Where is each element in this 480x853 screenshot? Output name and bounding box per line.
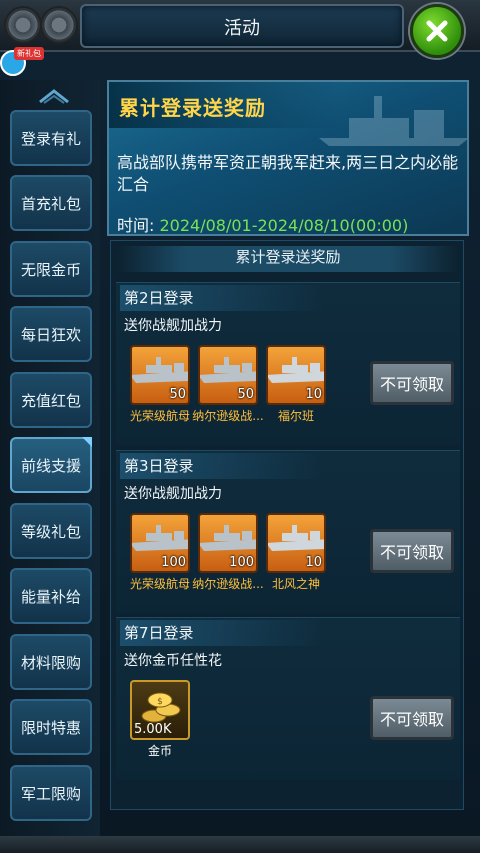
claim-button-label: 不可领取 xyxy=(379,543,444,562)
claim-button[interactable]: 不可领取 xyxy=(370,696,454,740)
reward-count: 50 xyxy=(237,387,254,402)
list-header: 累计登录送奖励 xyxy=(118,246,458,272)
active-indicator xyxy=(82,437,92,447)
warship-icon xyxy=(132,357,188,383)
sidebar-item-6[interactable]: 前线支援 xyxy=(10,437,92,493)
sidebar-item-label: 首充礼包 xyxy=(20,194,81,213)
reward-item[interactable]: 50 xyxy=(130,345,190,405)
sidebar-item-label: 每日狂欢 xyxy=(20,325,81,344)
reward-item[interactable]: $5.00K xyxy=(130,680,190,740)
sidebar-item-1[interactable]: 登录有礼 xyxy=(10,110,92,166)
reward-name: 福尔班 xyxy=(277,409,314,423)
gear-icon xyxy=(40,6,78,44)
title-plate: 活动 xyxy=(80,4,404,48)
banner-title: 累计登录送奖励 xyxy=(119,96,266,120)
top-bar: 活动 xyxy=(0,0,480,58)
new-gift-tag: 新礼包 xyxy=(14,47,44,60)
sidebar-item-label: 限时特惠 xyxy=(20,718,81,737)
sidebar-item-5[interactable]: 充值红包 xyxy=(10,372,92,428)
warship-icon xyxy=(268,525,324,551)
warship-icon xyxy=(200,525,256,551)
banner-description: 高战部队携带军资正朝我军赶来,两三日之内必能汇合 xyxy=(117,153,459,194)
sidebar-item-3[interactable]: 无限金币 xyxy=(10,241,92,297)
claim-button[interactable]: 不可领取 xyxy=(370,361,454,405)
sidebar-item-label: 无限金币 xyxy=(20,260,81,279)
section-subtitle: 送你战舰加战力 xyxy=(124,486,222,502)
reward-count: 10 xyxy=(305,387,322,402)
reward-name: 金币 xyxy=(147,744,172,758)
sidebar-item-label: 军工限购 xyxy=(20,784,81,803)
sidebar-item-9[interactable]: 材料限购 xyxy=(10,634,92,690)
close-button[interactable] xyxy=(410,4,464,58)
sidebar-item-10[interactable]: 限时特惠 xyxy=(10,699,92,755)
reward-count: 5.00K xyxy=(134,722,172,737)
claim-button-label: 不可领取 xyxy=(379,375,444,394)
reward-item[interactable]: 100 xyxy=(198,513,258,573)
bottom-frame xyxy=(0,836,480,853)
reward-item[interactable]: 50 xyxy=(198,345,258,405)
reward-item[interactable]: 10 xyxy=(266,345,326,405)
warship-icon xyxy=(200,357,256,383)
sidebar-item-label: 材料限购 xyxy=(20,653,81,672)
reward-name: 北风之神 xyxy=(271,577,320,591)
chevron-up-icon[interactable] xyxy=(38,88,70,104)
svg-text:$: $ xyxy=(157,697,163,707)
gold-coin-icon: $ xyxy=(141,692,181,723)
gear-icon[interactable] xyxy=(4,6,42,44)
sidebar-item-label: 充值红包 xyxy=(20,391,81,410)
warship-icon xyxy=(132,525,188,551)
sidebar-item-7[interactable]: 等级礼包 xyxy=(10,503,92,559)
warship-icon xyxy=(268,357,324,383)
reward-section: 第2日登录 送你战舰加战力 50 光荣级航母 50 纳尔逊级战... 10 福尔班 不可领取 xyxy=(116,282,460,445)
time-label: 时间: xyxy=(117,216,155,235)
section-subtitle: 送你战舰加战力 xyxy=(124,318,222,334)
reward-count: 10 xyxy=(305,555,322,570)
reward-section: 第3日登录 送你战舰加战力 100 光荣级航母 100 纳尔逊级战... 10 北风之神 不可领… xyxy=(116,450,460,613)
claim-button[interactable]: 不可领取 xyxy=(370,529,454,573)
reward-count: 100 xyxy=(161,555,186,570)
section-subtitle: 送你金币任性花 xyxy=(124,653,222,669)
reward-item[interactable]: 10 xyxy=(266,513,326,573)
sidebar-item-label: 登录有礼 xyxy=(20,129,81,148)
event-time: 时间: 2024/08/01-2024/08/10(00:00) xyxy=(117,212,409,235)
time-value: 2024/08/01-2024/08/10(00:00) xyxy=(159,216,409,235)
reward-count: 100 xyxy=(229,555,254,570)
sidebar-item-2[interactable]: 首充礼包 xyxy=(10,175,92,231)
page-title: 活动 xyxy=(224,18,260,39)
claim-button-label: 不可领取 xyxy=(379,710,444,729)
section-title: 第7日登录 xyxy=(120,620,324,646)
sidebar-item-label: 前线支援 xyxy=(20,456,81,475)
reward-section: 第7日登录送你金币任性花 $5.00K 金币 不可领取 xyxy=(116,617,460,780)
sidebar-item-4[interactable]: 每日狂欢 xyxy=(10,306,92,362)
reward-count: 50 xyxy=(169,387,186,402)
sidebar-item-label: 等级礼包 xyxy=(20,522,81,541)
sidebar-item-label: 能量补给 xyxy=(20,587,81,606)
warship-background-icon xyxy=(319,96,467,146)
section-title: 第3日登录 xyxy=(120,453,324,479)
reward-item[interactable]: 100 xyxy=(130,513,190,573)
sidebar-item-8[interactable]: 能量补给 xyxy=(10,568,92,624)
event-banner: 累计登录送奖励 高战部队携带军资正朝我军赶来,两三日之内必能汇合 时间: 202… xyxy=(107,80,469,236)
section-title: 第2日登录 xyxy=(120,285,324,311)
sidebar-item-11[interactable]: 军工限购 xyxy=(10,765,92,821)
close-icon xyxy=(426,20,448,42)
